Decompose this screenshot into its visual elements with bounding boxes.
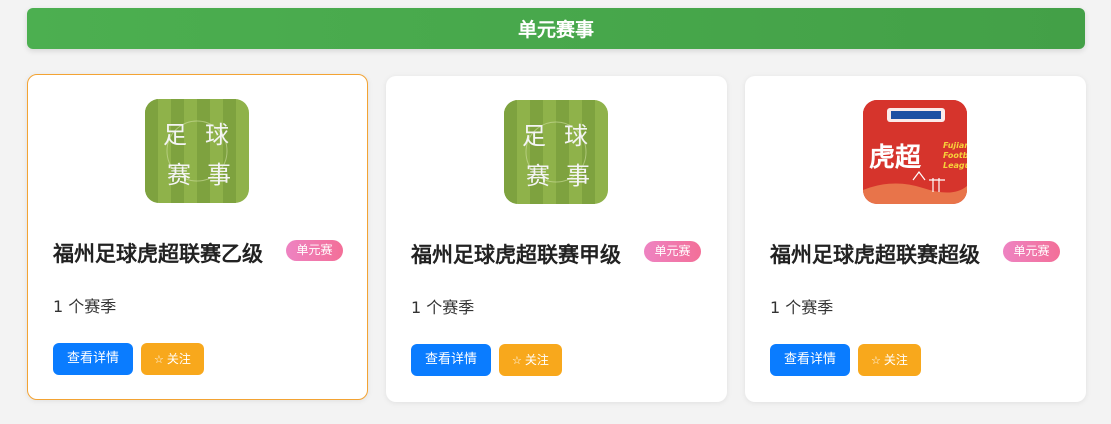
follow-label: 关注 <box>524 353 549 367</box>
svg-text:赛: 赛 <box>526 162 550 190</box>
event-logo-image: 足 球 赛 事 <box>145 99 249 203</box>
view-details-button[interactable]: 查看详情 <box>770 344 850 376</box>
star-icon: ☆ <box>512 354 522 367</box>
event-type-badge: 单元赛 <box>644 241 701 262</box>
svg-text:足: 足 <box>163 121 187 149</box>
event-title: 福州足球虎超联赛超级 <box>770 243 980 267</box>
svg-text:虎超: 虎超 <box>869 143 922 173</box>
event-card[interactable]: 足 球 赛 事 福州足球虎超联赛乙级 单元赛 1 个赛季 查看详情 ☆ 关注 <box>27 74 368 400</box>
season-count: 1 个赛季 <box>770 298 834 317</box>
follow-button[interactable]: ☆ 关注 <box>141 343 204 375</box>
event-type-badge: 单元赛 <box>1003 241 1060 262</box>
follow-label: 关注 <box>166 352 191 366</box>
section-title: 单元赛事 <box>517 19 594 41</box>
event-title: 福州足球虎超联赛乙级 <box>53 242 263 266</box>
svg-text:Fujian: Fujian <box>943 141 967 150</box>
svg-text:事: 事 <box>566 162 590 190</box>
event-card[interactable]: 足 球 赛 事 福州足球虎超联赛甲级 单元赛 1 个赛季 查看详情 ☆ 关注 <box>386 76 727 402</box>
star-icon: ☆ <box>154 353 164 366</box>
view-details-button[interactable]: 查看详情 <box>411 344 491 376</box>
event-logo-image: 足 球 赛 事 <box>504 100 608 204</box>
season-count: 1 个赛季 <box>53 297 117 316</box>
event-title: 福州足球虎超联赛甲级 <box>411 243 621 267</box>
svg-text:球: 球 <box>564 122 588 150</box>
svg-text:Footba: Footba <box>943 151 967 160</box>
view-details-button[interactable]: 查看详情 <box>53 343 133 375</box>
svg-text:事: 事 <box>207 161 231 189</box>
follow-label: 关注 <box>883 353 908 367</box>
event-type-badge: 单元赛 <box>286 240 343 261</box>
event-logo-image: 虎超 Fujian Footba League <box>863 100 967 204</box>
svg-text:League: League <box>943 161 967 170</box>
star-icon: ☆ <box>871 354 881 367</box>
season-count: 1 个赛季 <box>411 298 475 317</box>
svg-text:球: 球 <box>205 121 229 149</box>
follow-button[interactable]: ☆ 关注 <box>499 344 562 376</box>
svg-text:足: 足 <box>522 122 546 150</box>
follow-button[interactable]: ☆ 关注 <box>858 344 921 376</box>
section-header: 单元赛事 <box>27 8 1085 49</box>
svg-text:赛: 赛 <box>167 161 191 189</box>
event-card[interactable]: 虎超 Fujian Footba League 福州足球虎超联赛超级 单元赛 1… <box>745 76 1086 402</box>
